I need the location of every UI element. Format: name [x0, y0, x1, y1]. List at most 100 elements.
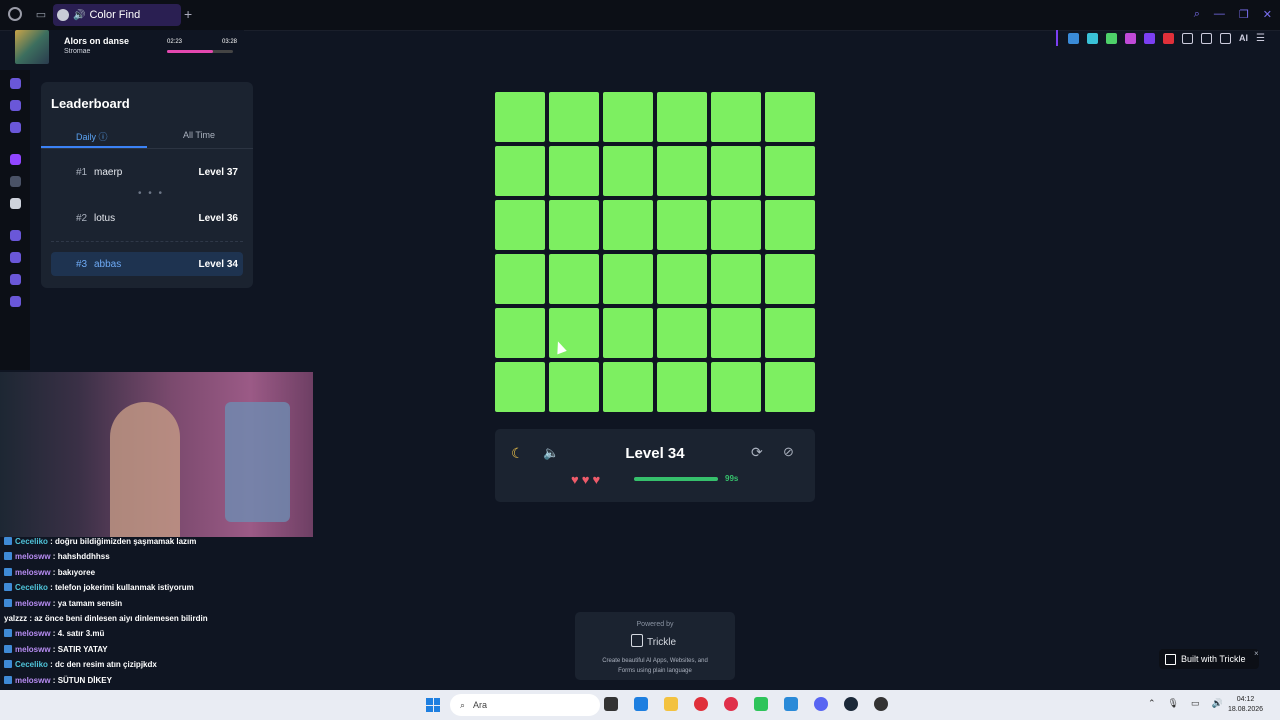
chat-username[interactable]: melosww — [15, 552, 51, 561]
taskbar-search[interactable]: ⌕ Ara — [450, 694, 600, 716]
color-tile[interactable] — [549, 362, 599, 412]
clock[interactable]: 04:12 18.08.2026 — [1228, 695, 1263, 715]
color-tile[interactable] — [495, 146, 545, 196]
discord-icon[interactable] — [814, 697, 828, 711]
chevron-up-icon[interactable]: ⌃ — [1148, 698, 1156, 709]
close-icon[interactable]: ✕ — [1263, 8, 1272, 21]
music-player[interactable]: Alors on danse Stromae 02:23 03:28 — [12, 30, 244, 64]
mic-icon[interactable]: 🎙 — [1168, 698, 1179, 709]
extension-icon[interactable] — [1087, 32, 1098, 44]
powered-by-trickle[interactable]: Powered by Trickle Create beautiful AI A… — [575, 612, 735, 680]
eye-off-icon[interactable]: ⊘ — [783, 444, 794, 460]
info-icon[interactable]: ⓘ — [99, 132, 108, 142]
tab-all-time[interactable]: All Time — [183, 130, 215, 140]
color-tile[interactable] — [711, 254, 761, 304]
color-tile[interactable] — [495, 308, 545, 358]
color-tile[interactable] — [495, 200, 545, 250]
history-icon[interactable] — [10, 252, 21, 263]
tab-island-icon[interactable]: ▭ — [34, 8, 48, 22]
color-tile[interactable] — [765, 92, 815, 142]
chat-username[interactable]: melosww — [15, 645, 51, 654]
steam-icon[interactable] — [844, 697, 858, 711]
restore-icon[interactable]: ❐ — [1239, 8, 1249, 21]
download-icon[interactable] — [1220, 32, 1231, 44]
color-tile[interactable] — [603, 92, 653, 142]
color-tile[interactable] — [765, 362, 815, 412]
chat-username[interactable]: Ceceliko — [15, 537, 48, 546]
extension-icon[interactable] — [1068, 32, 1079, 44]
color-tile[interactable] — [765, 308, 815, 358]
color-tile[interactable] — [549, 200, 599, 250]
chat-username[interactable]: melosww — [15, 568, 51, 577]
search-tabs-icon[interactable]: ⌕ — [1194, 8, 1200, 21]
color-tile[interactable] — [657, 146, 707, 196]
adblock-icon[interactable] — [1163, 32, 1174, 44]
menu-icon[interactable]: ☰ — [1256, 33, 1265, 44]
chat-username[interactable]: yalzzz — [4, 614, 27, 623]
color-tile[interactable] — [711, 146, 761, 196]
color-tile[interactable] — [495, 254, 545, 304]
x-icon[interactable] — [10, 198, 21, 209]
sidebar-icon[interactable] — [10, 100, 21, 111]
puzzle-icon[interactable] — [1182, 32, 1193, 44]
color-tile[interactable] — [495, 92, 545, 142]
color-tile[interactable] — [603, 200, 653, 250]
speaker-icon[interactable]: 🔊 — [73, 10, 85, 21]
chat-username[interactable]: melosww — [15, 599, 51, 608]
tab-color-find[interactable]: 🔊 Color Find — [53, 4, 181, 26]
sidebar-icon[interactable] — [10, 176, 21, 187]
color-tile[interactable] — [603, 362, 653, 412]
chat-username[interactable]: melosww — [15, 629, 51, 638]
color-tile[interactable] — [657, 254, 707, 304]
task-view-icon[interactable] — [604, 697, 618, 711]
outlook-icon[interactable] — [634, 697, 648, 711]
color-tile[interactable] — [603, 308, 653, 358]
whatsapp-icon[interactable] — [754, 697, 768, 711]
tab-daily[interactable]: Daily ⓘ — [76, 130, 108, 143]
color-tile[interactable] — [711, 362, 761, 412]
monitor-icon[interactable]: ▭ — [1191, 698, 1200, 709]
color-tile[interactable] — [657, 200, 707, 250]
color-tile[interactable] — [603, 146, 653, 196]
sidebar-icon[interactable] — [10, 122, 21, 133]
photos-icon[interactable] — [784, 697, 798, 711]
extensions-icon[interactable] — [10, 274, 21, 285]
opera-logo-icon[interactable] — [8, 7, 22, 21]
chat-username[interactable]: Ceceliko — [15, 660, 48, 669]
new-tab-button[interactable]: + — [184, 6, 192, 22]
sidebar-icon[interactable] — [10, 78, 21, 89]
aria-ai-button[interactable]: AI — [1239, 33, 1248, 43]
start-button[interactable] — [426, 698, 440, 712]
color-tile[interactable] — [495, 362, 545, 412]
color-tile[interactable] — [765, 254, 815, 304]
color-tile[interactable] — [711, 92, 761, 142]
extension-icon[interactable] — [1125, 32, 1136, 44]
refresh-icon[interactable]: ⟳ — [751, 444, 763, 461]
chat-username[interactable]: Ceceliko — [15, 583, 48, 592]
color-tile[interactable] — [603, 254, 653, 304]
opera-icon[interactable] — [724, 697, 738, 711]
chat-username[interactable]: melosww — [15, 676, 51, 685]
extension-icon[interactable] — [1106, 32, 1117, 44]
close-icon[interactable]: × — [1254, 649, 1259, 658]
color-tile[interactable] — [549, 254, 599, 304]
settings-icon[interactable] — [10, 296, 21, 307]
minimize-icon[interactable]: — — [1214, 8, 1225, 21]
playback-progress[interactable] — [167, 50, 233, 53]
color-tile[interactable] — [657, 362, 707, 412]
color-tile[interactable] — [711, 308, 761, 358]
color-tile[interactable] — [711, 200, 761, 250]
built-with-trickle-button[interactable]: Built with Trickle — [1159, 649, 1259, 669]
extension-icon[interactable] — [1144, 32, 1155, 44]
color-tile[interactable] — [765, 146, 815, 196]
color-tile[interactable] — [657, 308, 707, 358]
youtube-icon[interactable] — [694, 697, 708, 711]
color-tile[interactable] — [549, 92, 599, 142]
twitch-icon[interactable] — [10, 154, 21, 165]
color-tile[interactable] — [657, 92, 707, 142]
player-icon[interactable] — [10, 230, 21, 241]
file-explorer-icon[interactable] — [664, 697, 678, 711]
color-tile[interactable] — [765, 200, 815, 250]
app-icon[interactable] — [874, 697, 888, 711]
snapshot-icon[interactable] — [1201, 32, 1212, 44]
